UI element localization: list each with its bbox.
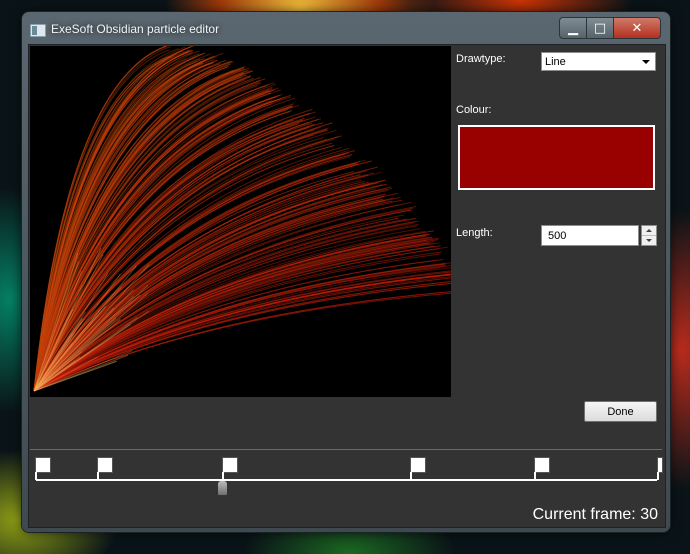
spin-down-button[interactable] — [642, 236, 656, 245]
minimize-icon: ▁ — [568, 20, 578, 36]
length-input[interactable]: 500 — [541, 225, 639, 246]
timeline-track[interactable] — [36, 479, 657, 481]
arrow-down-icon — [646, 239, 652, 242]
app-icon — [30, 24, 46, 37]
close-icon: ✕ — [631, 20, 643, 36]
length-label: Length: — [456, 227, 493, 239]
close-button[interactable]: ✕ — [613, 17, 661, 39]
keyframe-marker[interactable] — [534, 457, 550, 480]
timeline[interactable]: Current frame: 30 — [30, 449, 663, 526]
drawtype-label: Drawtype: — [456, 53, 506, 65]
keyframe-marker[interactable] — [35, 457, 51, 480]
drawtype-select[interactable]: Line — [541, 52, 656, 71]
client-area: Drawtype: Line Colour: Length: 500 Done — [28, 44, 666, 528]
playhead-handle[interactable] — [218, 481, 227, 495]
keyframe-marker[interactable] — [410, 457, 426, 480]
minimize-button[interactable]: ▁ — [559, 17, 587, 39]
particle-preview — [33, 46, 451, 392]
chevron-down-icon — [642, 60, 650, 64]
keyframe-marker[interactable] — [222, 457, 238, 480]
drawtype-value: Line — [545, 56, 566, 68]
window-title: ExeSoft Obsidian particle editor — [51, 22, 220, 36]
particle-preview-canvas[interactable] — [30, 46, 451, 397]
done-button[interactable]: Done — [584, 401, 657, 422]
maximize-button[interactable]: □ — [586, 17, 614, 39]
title-bar[interactable]: ExeSoft Obsidian particle editor ▁ □ ✕ — [22, 12, 670, 44]
keyframe-marker[interactable] — [97, 457, 113, 480]
editor-window: ExeSoft Obsidian particle editor ▁ □ ✕ D… — [22, 12, 670, 532]
length-spinner — [641, 225, 657, 246]
colour-swatch[interactable] — [458, 125, 655, 190]
colour-label: Colour: — [456, 104, 492, 116]
current-frame-label: Current frame: 30 — [532, 506, 658, 523]
maximize-icon: □ — [593, 20, 607, 36]
length-value: 500 — [548, 230, 567, 242]
spin-up-button[interactable] — [642, 226, 656, 236]
arrow-up-icon — [646, 229, 652, 232]
keyframe-marker[interactable] — [657, 457, 663, 480]
